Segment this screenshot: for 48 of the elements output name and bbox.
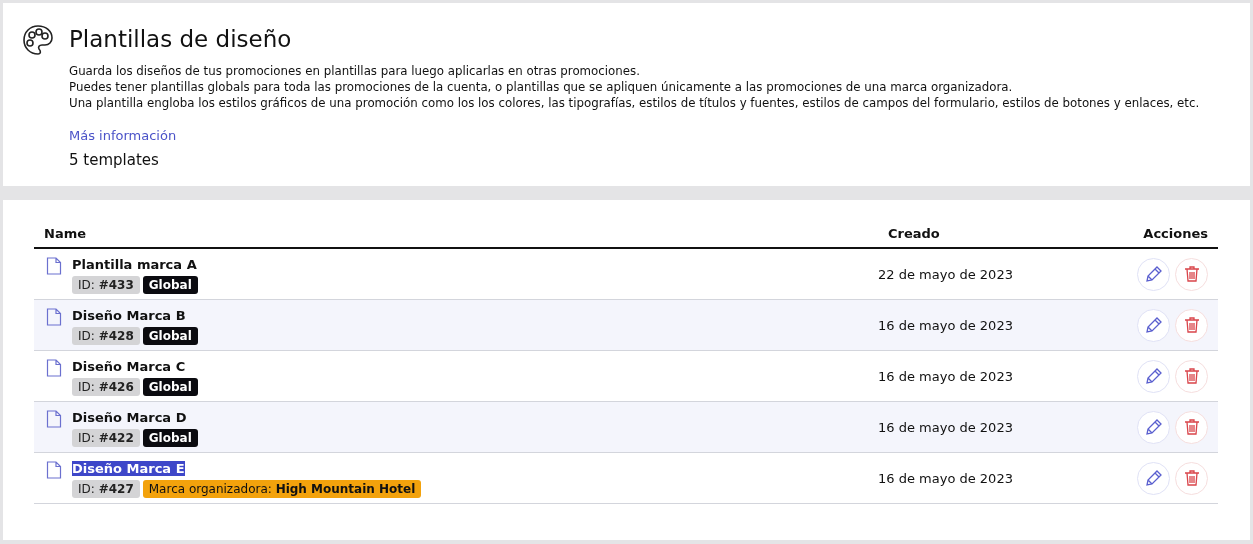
- edit-button[interactable]: [1137, 359, 1170, 393]
- template-name: Diseño Marca E: [72, 461, 185, 476]
- pencil-icon: [1143, 366, 1164, 386]
- document-icon: [46, 410, 62, 428]
- id-tag: ID: #426: [72, 378, 140, 396]
- template-name: Diseño Marca C: [72, 359, 186, 374]
- pencil-icon: [1143, 468, 1164, 488]
- document-icon: [46, 359, 62, 377]
- created-date: 16 de mayo de 2023: [878, 453, 1098, 504]
- template-name: Plantilla marca A: [72, 257, 197, 272]
- edit-button[interactable]: [1137, 410, 1170, 444]
- description-line: Guarda los diseños de tus promociones en plantillas para luego aplicarlas en otras promociones.: [69, 63, 641, 79]
- delete-button[interactable]: [1175, 359, 1208, 393]
- document-icon: [46, 257, 62, 275]
- edit-button[interactable]: [1137, 308, 1170, 342]
- column-header: Creado: [878, 226, 1098, 249]
- scope-tag: Global: [142, 378, 198, 396]
- id-tag: ID: #422: [72, 429, 140, 447]
- template-count: 5 templates: [69, 151, 160, 169]
- edit-button[interactable]: [1137, 257, 1170, 291]
- created-date: 16 de mayo de 2023: [878, 402, 1098, 453]
- scope-tag: Global: [142, 327, 198, 345]
- pencil-icon: [1143, 417, 1164, 437]
- pencil-icon: [1143, 264, 1164, 284]
- template-name: Diseño Marca D: [72, 410, 187, 425]
- palette-icon: [21, 23, 55, 57]
- created-date: 16 de mayo de 2023: [878, 300, 1098, 351]
- more-info-link[interactable]: Más información: [69, 128, 177, 143]
- description-line: Puedes tener plantillas globals para toda las promociones de la cuenta, o plantillas que se apliquen únicamente a las promociones de una marca organizadora.: [69, 79, 1014, 95]
- id-tag: ID: #433: [72, 276, 140, 294]
- pencil-icon: [1143, 315, 1164, 335]
- column-header: Name: [34, 226, 878, 249]
- brand-tag: Marca organizadora: High Mountain Hotel: [142, 480, 422, 498]
- id-tag: ID: #427: [72, 480, 140, 498]
- description-line: Una plantilla engloba los estilos gráficos de una promoción como los los colores, las tipografías, estilos de títulos y fuentes, estilos de campos del formulario, estilos de botones y enlaces, etc.: [69, 95, 1200, 111]
- document-icon: [46, 461, 62, 479]
- delete-button[interactable]: [1175, 461, 1208, 495]
- delete-button[interactable]: [1175, 410, 1208, 444]
- scope-tag: Global: [142, 276, 198, 294]
- delete-button[interactable]: [1175, 257, 1208, 291]
- template-name: Diseño Marca B: [72, 308, 186, 323]
- id-tag: ID: #428: [72, 327, 140, 345]
- scope-tag: Global: [142, 429, 198, 447]
- delete-button[interactable]: [1175, 308, 1208, 342]
- column-header: Acciones: [1098, 226, 1218, 249]
- document-icon: [46, 308, 62, 326]
- edit-button[interactable]: [1137, 461, 1170, 495]
- page-title: Plantillas de diseño: [69, 25, 293, 54]
